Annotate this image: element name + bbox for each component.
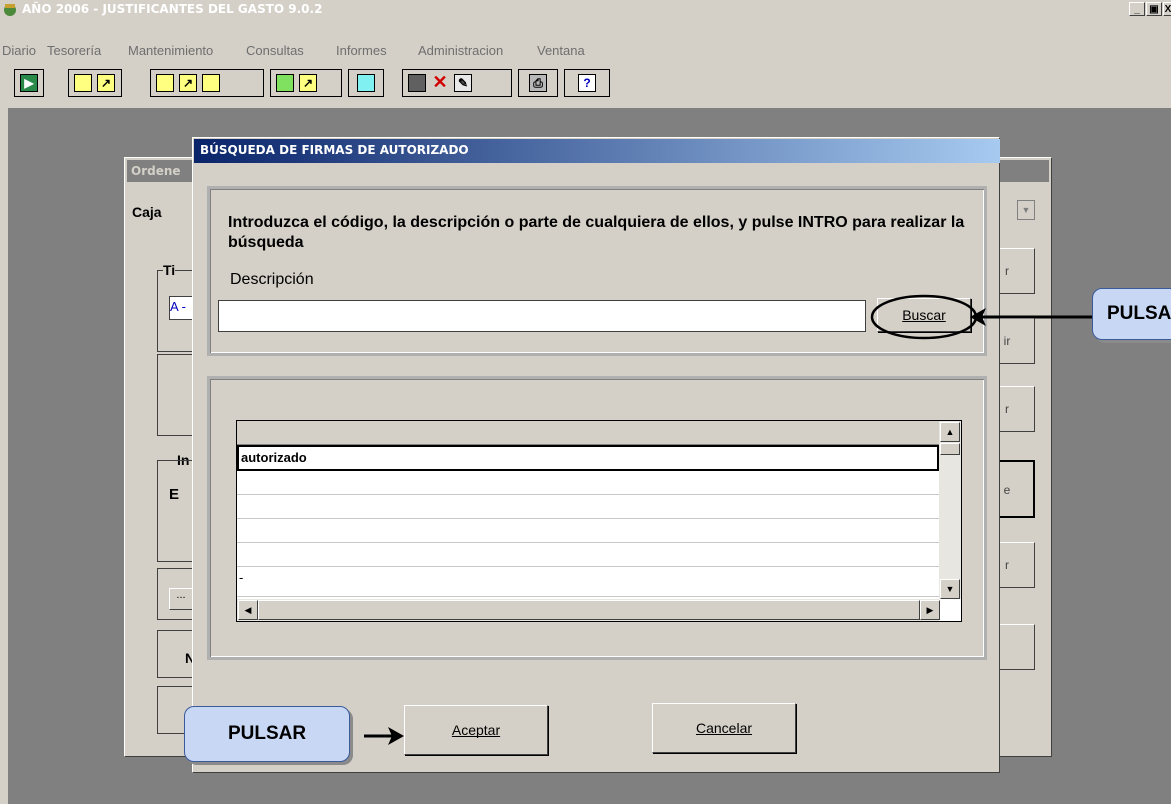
result-row[interactable]: - [237, 567, 939, 597]
toolbar-group-4 [348, 69, 384, 97]
result-row-text: - [239, 570, 244, 585]
menu-informes[interactable]: Informes [336, 43, 387, 58]
results-grid: autorizado - ▲ ▼ ◀ ▶ [236, 420, 962, 622]
callout-bottom-text: PULSAR [227, 723, 307, 744]
exit-icon[interactable]: ▶ [20, 74, 38, 92]
save-icon[interactable] [408, 74, 426, 92]
result-row[interactable] [237, 495, 939, 519]
results-grid-header [237, 421, 939, 445]
dialog-title-bar: BÚSQUEDA DE FIRMAS DE AUTORIZADO [194, 139, 1000, 163]
buscar-highlight-ellipse [870, 294, 978, 340]
open-folder-3-icon[interactable]: ↗ [299, 74, 317, 92]
bg-button-2-label: ir [1003, 334, 1011, 348]
toolbar-group-6: ⎙ [518, 69, 558, 97]
print-icon[interactable]: ⎙ [529, 74, 547, 92]
restore-button[interactable]: ▣ [1146, 2, 1162, 16]
aceptar-button[interactable]: Aceptar [404, 705, 548, 755]
new-green-document-icon[interactable] [276, 74, 294, 92]
help-icon[interactable]: ? [578, 74, 596, 92]
tipo-label: Ti [163, 262, 176, 278]
scroll-thumb-horizontal[interactable] [258, 600, 920, 620]
cancelar-label: Cancelar [695, 720, 753, 736]
toolbar-group-exit: ▶ [14, 69, 44, 97]
tipo-value: A - [170, 299, 186, 314]
callout-right-text: PULSA [1107, 303, 1171, 324]
new-document-2-icon[interactable] [156, 74, 174, 92]
new-document-icon[interactable] [74, 74, 92, 92]
scroll-down-button[interactable]: ▼ [940, 579, 960, 599]
dialog-title: BÚSQUEDA DE FIRMAS DE AUTORIZADO [200, 143, 469, 157]
descripcion-input[interactable] [218, 300, 866, 332]
result-row-text: autorizado [241, 450, 307, 465]
minimize-button[interactable]: _ [1129, 2, 1145, 16]
scroll-up-button[interactable]: ▲ [940, 422, 960, 442]
arrow-left-icon [970, 308, 1092, 326]
edit-icon[interactable]: ✎ [454, 74, 472, 92]
arrow-right-icon [364, 727, 404, 745]
menu-mantenimiento[interactable]: Mantenimiento [128, 43, 213, 58]
bg-button-4-label: e [1003, 483, 1011, 497]
scroll-left-button[interactable]: ◀ [238, 600, 258, 620]
toolbar-group-5: ✕ ✎ [402, 69, 512, 97]
menu-ventana[interactable]: Ventana [537, 43, 585, 58]
toolbar-group-1: ↗ [68, 69, 122, 97]
result-row[interactable] [237, 471, 939, 495]
callout-right: PULSA [1092, 288, 1171, 340]
app-title-bar: AÑO 2006 - JUSTIFICANTES DEL GASTO 9.0.2… [0, 0, 1171, 20]
toolbar: ▶ ↗ ↗ ↗ ✕ ✎ ⎙ ? [0, 64, 1171, 104]
toolbar-group-3: ↗ [270, 69, 342, 97]
open-folder-icon[interactable]: ↗ [97, 74, 115, 92]
document-icon[interactable] [202, 74, 220, 92]
result-row[interactable]: autorizado [237, 445, 939, 471]
caja-label: Caja [132, 204, 162, 220]
toolbar-group-2: ↗ [150, 69, 264, 97]
scroll-right-button[interactable]: ▶ [920, 600, 940, 620]
app-title: AÑO 2006 - JUSTIFICANTES DEL GASTO 9.0.2 [22, 2, 323, 16]
caja-dropdown-arrow[interactable]: ▼ [1017, 200, 1035, 220]
bg-button-5-label: r [1005, 558, 1009, 572]
descripcion-label: Descripción [230, 271, 314, 288]
cyan-document-icon[interactable] [357, 74, 375, 92]
menu-tesoreria[interactable]: Tesorería [47, 43, 101, 58]
result-row[interactable] [237, 519, 939, 543]
callout-bottom: PULSAR [184, 706, 350, 762]
aceptar-label: Aceptar [451, 722, 501, 738]
menu-consultas[interactable]: Consultas [246, 43, 304, 58]
cancelar-button[interactable]: Cancelar [652, 703, 796, 753]
result-row[interactable] [237, 543, 939, 567]
scroll-thumb-vertical[interactable] [940, 443, 960, 455]
bg-button-3-label: r [1005, 402, 1009, 416]
background-window-title: Ordene [131, 164, 181, 178]
ellipsis-label: ... [176, 589, 186, 601]
app-logo-icon [2, 2, 19, 17]
menu-administracion[interactable]: Administracion [418, 43, 503, 58]
instructions-text: Introduzca el código, la descripción o p… [228, 214, 965, 251]
close-button[interactable]: X [1163, 2, 1171, 16]
bg-button-1-label: r [1005, 264, 1009, 278]
toolbar-group-7: ? [564, 69, 610, 97]
ellipsis-button[interactable]: ... [169, 588, 193, 610]
delete-icon[interactable]: ✕ [431, 73, 449, 92]
menu-bar: Diario Tesorería Mantenimiento Consultas… [0, 40, 1171, 62]
open-folder-2-icon[interactable]: ↗ [179, 74, 197, 92]
menu-diario[interactable]: Diario [2, 43, 36, 58]
